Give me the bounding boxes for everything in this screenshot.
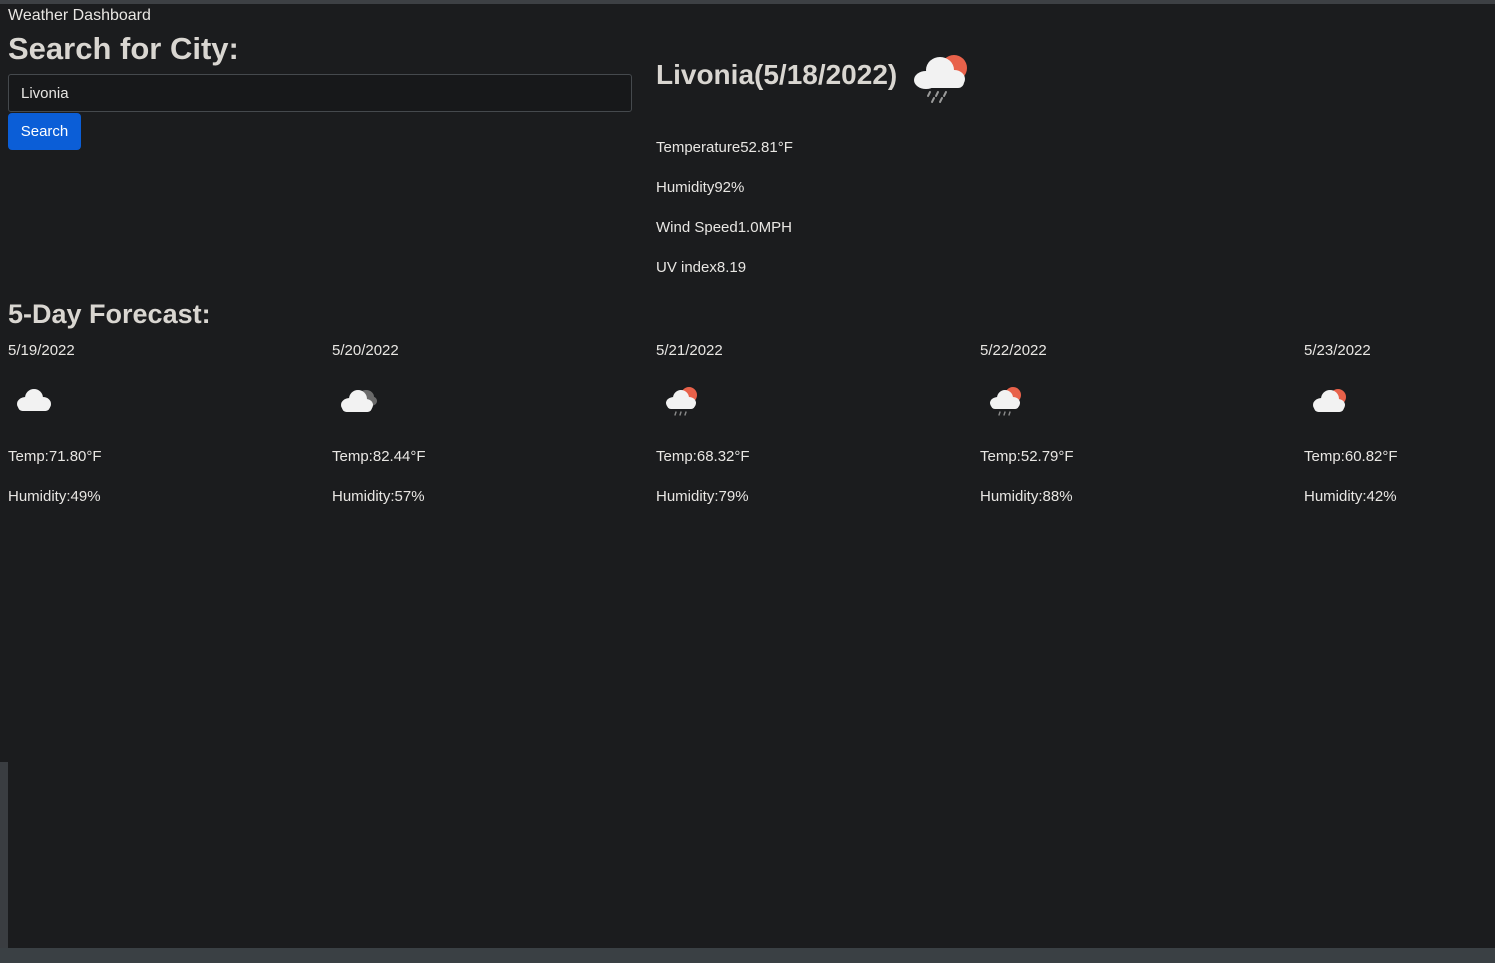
forecast-humidity: Humidity:49% <box>8 488 101 505</box>
forecast-humidity: Humidity:79% <box>656 488 749 505</box>
forecast-card: 5/23/2022 Temp:60.82°F Humidity:42% <box>1304 340 1495 520</box>
current-uv-index: UV index8.19 <box>656 259 747 276</box>
forecast-temp: Temp:52.79°F <box>980 448 1074 465</box>
forecast-card: 5/20/2022 Temp:82.44°F Humidity:57% <box>332 340 632 520</box>
forecast-heading: 5-Day Forecast: <box>8 299 211 329</box>
forecast-humidity: Humidity:57% <box>332 488 425 505</box>
forecast-card: 5/19/2022 Temp:71.80°F Humidity:49% <box>8 340 308 520</box>
forecast-humidity: Humidity:42% <box>1304 488 1397 505</box>
search-heading: Search for City: <box>8 31 239 66</box>
cloud-sun-rain-icon <box>662 384 702 418</box>
current-temperature: Temperature52.81°F <box>656 139 793 156</box>
left-edge-strip <box>0 762 8 948</box>
app-title: Weather Dashboard <box>8 7 151 24</box>
cloud-sun-icon <box>1310 384 1350 418</box>
forecast-date: 5/23/2022 <box>1304 342 1371 359</box>
forecast-card: 5/21/2022 Temp:68.32°F Humidity:79% <box>656 340 956 520</box>
forecast-date: 5/22/2022 <box>980 342 1047 359</box>
forecast-temp: Temp:71.80°F <box>8 448 102 465</box>
forecast-temp: Temp:60.82°F <box>1304 448 1398 465</box>
forecast-card: 5/22/2022 Temp:52.79°F Humidity:88% <box>980 340 1280 520</box>
forecast-date: 5/21/2022 <box>656 342 723 359</box>
forecast-temp: Temp:82.44°F <box>332 448 426 465</box>
search-button[interactable]: Search <box>8 113 81 150</box>
city-search-input[interactable] <box>8 74 632 112</box>
window-top-border <box>0 0 1495 4</box>
broken-clouds-icon <box>338 384 378 418</box>
cloud-sun-rain-icon <box>910 48 974 104</box>
forecast-date: 5/19/2022 <box>8 342 75 359</box>
current-city-title: Livonia(5/18/2022) <box>656 59 898 90</box>
cloud-sun-rain-icon <box>986 384 1026 418</box>
forecast-date: 5/20/2022 <box>332 342 399 359</box>
current-wind-speed: Wind Speed1.0MPH <box>656 219 792 236</box>
forecast-temp: Temp:68.32°F <box>656 448 750 465</box>
current-humidity: Humidity92% <box>656 179 745 196</box>
forecast-humidity: Humidity:88% <box>980 488 1073 505</box>
horizontal-scrollbar[interactable] <box>0 948 1495 963</box>
cloud-icon <box>14 384 54 418</box>
